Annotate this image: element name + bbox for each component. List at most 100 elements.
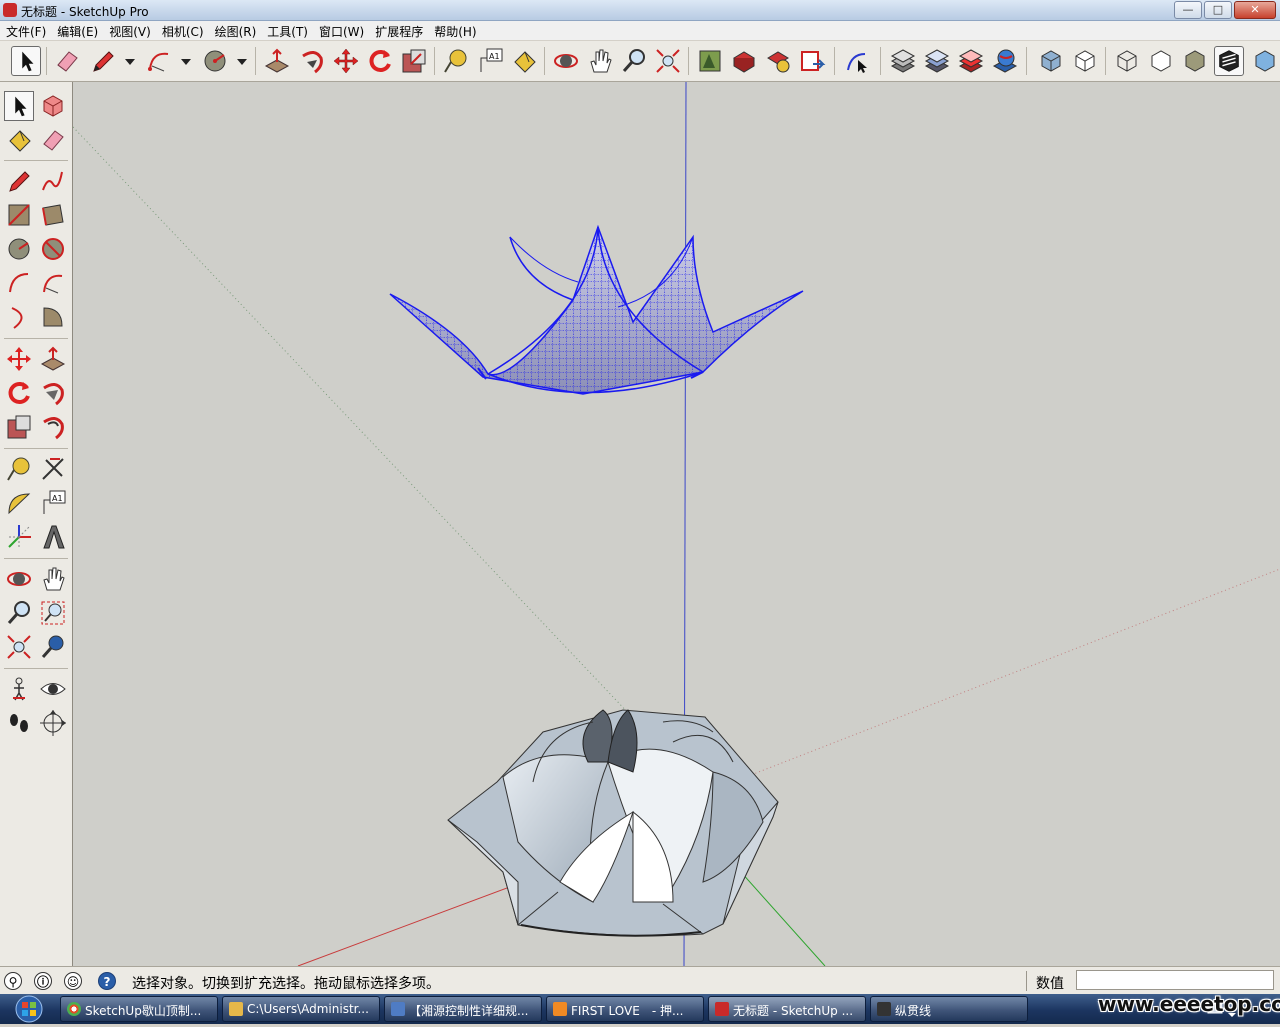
left-scale-button[interactable] bbox=[4, 412, 34, 442]
drawing-canvas[interactable] bbox=[73, 82, 1280, 966]
layers-button-2[interactable] bbox=[922, 46, 952, 76]
maximize-button[interactable]: □ bbox=[1204, 1, 1232, 19]
style-shaded-button[interactable] bbox=[1180, 46, 1210, 76]
sandbox-tool-button[interactable] bbox=[843, 46, 873, 76]
left-zoom-window-button[interactable] bbox=[38, 598, 68, 628]
menu-window[interactable]: 窗口(W) bbox=[313, 21, 369, 40]
3d-warehouse-button[interactable] bbox=[695, 46, 725, 76]
left-line-button[interactable] bbox=[4, 166, 34, 196]
eraser-tool-button[interactable] bbox=[52, 46, 82, 76]
left-arc-button[interactable] bbox=[4, 268, 34, 298]
left-follow-me-button[interactable] bbox=[38, 378, 68, 408]
left-3d-text-button[interactable] bbox=[38, 522, 68, 552]
left-component-button[interactable] bbox=[38, 91, 68, 121]
lotus-roof-model[interactable] bbox=[447, 709, 779, 937]
chevron-down-icon[interactable] bbox=[181, 59, 191, 65]
cube-shaded-icon bbox=[1041, 50, 1061, 72]
left-3point-arc-button[interactable] bbox=[4, 302, 34, 332]
selected-canopy-mesh[interactable] bbox=[389, 224, 804, 395]
get-models-button[interactable] bbox=[729, 46, 759, 76]
left-axes-button[interactable] bbox=[4, 522, 34, 552]
style-xray-button[interactable] bbox=[1036, 46, 1066, 76]
left-section-plane-button[interactable] bbox=[38, 708, 68, 738]
style-monochrome-button[interactable] bbox=[1250, 46, 1280, 76]
share-model-button[interactable] bbox=[763, 46, 793, 76]
left-2point-arc-button[interactable] bbox=[38, 268, 68, 298]
taskbar-item-active[interactable]: 无标题 - SketchUp ... bbox=[708, 996, 866, 1022]
left-rotate-button[interactable] bbox=[4, 378, 34, 408]
left-push-pull-button[interactable] bbox=[38, 344, 68, 374]
left-paint-button[interactable] bbox=[4, 125, 34, 155]
layers-button-4[interactable] bbox=[990, 46, 1020, 76]
left-text-button[interactable]: A1 bbox=[38, 488, 68, 518]
menu-extensions[interactable]: 扩展程序 bbox=[369, 21, 428, 40]
user-account-icon[interactable]: ☺ bbox=[64, 972, 82, 990]
arc-tool-button[interactable] bbox=[144, 46, 174, 76]
left-pie-button[interactable] bbox=[38, 302, 68, 332]
left-freehand-button[interactable] bbox=[38, 166, 68, 196]
move-tool-button[interactable] bbox=[331, 46, 361, 76]
left-circle-button[interactable] bbox=[4, 234, 34, 264]
chevron-down-icon[interactable] bbox=[125, 59, 135, 65]
help-icon[interactable]: ? bbox=[98, 972, 116, 990]
extension-warehouse-button[interactable] bbox=[797, 46, 827, 76]
layers-button-1[interactable] bbox=[888, 46, 918, 76]
taskbar-item[interactable]: FIRST LOVE - 押... bbox=[546, 996, 704, 1022]
orbit-tool-button[interactable] bbox=[551, 46, 581, 76]
tape-measure-tool-button[interactable] bbox=[441, 46, 471, 76]
taskbar-item[interactable]: SketchUp歇山顶制... bbox=[60, 996, 218, 1022]
menu-camera[interactable]: 相机(C) bbox=[156, 21, 209, 40]
left-zoom-button[interactable] bbox=[4, 598, 34, 628]
start-button[interactable] bbox=[6, 994, 52, 1024]
text-tool-button[interactable]: A1 bbox=[475, 46, 505, 76]
taskbar-item[interactable]: 纵贯线 bbox=[870, 996, 1028, 1022]
taskbar-item[interactable]: 【湘源控制性详细规... bbox=[384, 996, 542, 1022]
geo-location-icon[interactable]: ⚲ bbox=[4, 972, 22, 990]
menu-view[interactable]: 视图(V) bbox=[103, 21, 156, 40]
menu-edit[interactable]: 编辑(E) bbox=[51, 21, 103, 40]
style-wireframe-button[interactable] bbox=[1112, 46, 1142, 76]
measurements-input[interactable] bbox=[1076, 970, 1274, 990]
credits-info-icon[interactable]: ⓘ bbox=[34, 972, 52, 990]
zoom-tool-button[interactable] bbox=[619, 46, 649, 76]
left-look-around-button[interactable] bbox=[38, 674, 68, 704]
left-orbit-button[interactable] bbox=[4, 564, 34, 594]
chevron-down-icon[interactable] bbox=[237, 59, 247, 65]
left-tape-button[interactable] bbox=[4, 454, 34, 484]
zoom-extents-button[interactable] bbox=[653, 46, 683, 76]
circle-tool-button[interactable] bbox=[200, 46, 230, 76]
taskbar-item[interactable]: C:\Users\Administr... bbox=[222, 996, 380, 1022]
scale-tool-button[interactable] bbox=[399, 46, 429, 76]
follow-me-tool-button[interactable] bbox=[297, 46, 327, 76]
paint-bucket-tool-button[interactable] bbox=[509, 46, 539, 76]
left-eraser-button[interactable] bbox=[38, 125, 68, 155]
left-rotated-rectangle-button[interactable] bbox=[38, 200, 68, 230]
style-back-edges-button[interactable] bbox=[1070, 46, 1100, 76]
select-tool-button[interactable] bbox=[11, 46, 41, 76]
left-pan-button[interactable] bbox=[38, 564, 68, 594]
push-pull-tool-button[interactable] bbox=[262, 46, 292, 76]
left-zoom-extents-button[interactable] bbox=[4, 632, 34, 662]
left-move-button[interactable] bbox=[4, 344, 34, 374]
left-select-button[interactable] bbox=[4, 91, 34, 121]
left-rectangle-button[interactable] bbox=[4, 200, 34, 230]
left-previous-view-button[interactable] bbox=[38, 632, 68, 662]
menu-draw[interactable]: 绘图(R) bbox=[209, 21, 262, 40]
left-position-camera-button[interactable] bbox=[4, 674, 34, 704]
menu-file[interactable]: 文件(F) bbox=[0, 21, 51, 40]
menu-tools[interactable]: 工具(T) bbox=[261, 21, 313, 40]
left-offset-button[interactable] bbox=[38, 412, 68, 442]
left-protractor-button[interactable] bbox=[4, 488, 34, 518]
left-walk-button[interactable] bbox=[4, 708, 34, 738]
left-polygon-button[interactable] bbox=[38, 234, 68, 264]
layers-button-3[interactable] bbox=[956, 46, 986, 76]
pencil-tool-button[interactable] bbox=[88, 46, 118, 76]
style-hidden-line-button[interactable] bbox=[1146, 46, 1176, 76]
close-button[interactable]: ✕ bbox=[1234, 1, 1276, 19]
menu-help[interactable]: 帮助(H) bbox=[428, 21, 481, 40]
rotate-tool-button[interactable] bbox=[365, 46, 395, 76]
style-textures-button[interactable] bbox=[1214, 46, 1244, 76]
pan-tool-button[interactable] bbox=[585, 46, 615, 76]
minimize-button[interactable]: — bbox=[1174, 1, 1202, 19]
left-dimension-button[interactable] bbox=[38, 454, 68, 484]
